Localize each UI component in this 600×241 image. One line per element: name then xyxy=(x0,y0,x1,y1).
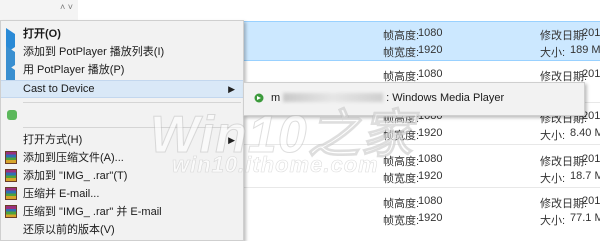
frame-width-label: 帧宽度: xyxy=(383,215,420,227)
frame-height-value: 1080 xyxy=(418,195,443,207)
menu-item-open[interactable]: 打开(O) xyxy=(1,25,243,53)
menu-item-add-to-potplayer-playlist[interactable]: 添加到 PotPlayer 播放列表(I) xyxy=(1,43,243,71)
size-label: 大小: xyxy=(540,173,566,185)
column-header-strip: ˄ ˅ xyxy=(0,0,78,20)
size-value: 8.40 MB xyxy=(570,127,600,139)
frame-width-label: 帧宽度: xyxy=(383,47,420,59)
sort-chevron-icon[interactable]: ˄ ˅ xyxy=(60,2,73,12)
winrar-icon xyxy=(5,151,17,164)
menu-item-label: 还原以前的版本(V) xyxy=(23,224,115,236)
menu-item-label: 打开(O) xyxy=(23,28,61,40)
menu-item-compress-and-email[interactable]: 压缩并 E-mail... xyxy=(1,185,243,203)
menu-item-play-with-potplayer[interactable]: 用 PotPlayer 播放(P) xyxy=(1,61,243,89)
menu-item-label: 压缩并 E-mail... xyxy=(23,188,100,200)
menu-item-label: 用 PotPlayer 播放(P) xyxy=(23,64,125,76)
menu-item-label: 添加到压缩文件(A)... xyxy=(23,152,124,164)
size-label: 大小: xyxy=(540,215,566,227)
frame-height-label: 帧高度: xyxy=(383,198,420,210)
frame-width-value: 1920 xyxy=(418,212,443,224)
frame-height-label: 帧高度: xyxy=(383,30,420,42)
frame-height-value: 1080 xyxy=(418,68,443,80)
menu-item-restore-previous-versions[interactable]: 还原以前的版本(V) xyxy=(1,221,243,239)
modified-date-value: 2015/2/ xyxy=(582,27,600,39)
frame-width-value: 1920 xyxy=(418,44,443,56)
frame-width-label: 帧宽度: xyxy=(383,173,420,185)
modified-date-label: 修改日期: xyxy=(540,156,588,168)
modified-date-label: 修改日期: xyxy=(540,30,588,42)
menu-item-label: 添加到 "IMG_ .rar"(T) xyxy=(23,170,128,182)
frame-width-value: 1920 xyxy=(418,170,443,182)
modified-date-value: 2015/1/ xyxy=(582,195,600,207)
size-value: 189 MB xyxy=(570,44,600,56)
size-value: 77.1 MB xyxy=(570,212,600,224)
menu-item-label: 压缩到 "IMG_ .rar" 并 E-mail xyxy=(23,206,162,218)
modified-date-value: 2015/2/ xyxy=(582,68,600,80)
frame-height-value: 1080 xyxy=(418,27,443,39)
winrar-icon xyxy=(5,187,17,200)
menu-item-label: 添加到 PotPlayer 播放列表(I) xyxy=(23,46,165,58)
size-label: 大小: xyxy=(540,130,566,142)
modified-date-value: 2015/1/ xyxy=(582,153,600,165)
size-value: 18.7 MB xyxy=(570,170,600,182)
winrar-icon xyxy=(5,169,17,182)
menu-item-label: Cast to Device xyxy=(23,83,95,95)
frame-height-value: 1080 xyxy=(418,153,443,165)
frame-width-value: 1920 xyxy=(418,127,443,139)
menu-item-label: 打开方式(H) xyxy=(23,134,83,146)
winrar-icon xyxy=(5,205,17,218)
modified-date-label: 修改日期: xyxy=(540,198,588,210)
size-label: 大小: xyxy=(540,47,566,59)
menu-item-compress-to-rar-and-email[interactable]: 压缩到 "IMG_ .rar" 并 E-mail xyxy=(1,203,243,221)
security-icon xyxy=(7,110,17,120)
watermark-sub: win10.ithome.com xyxy=(172,152,379,178)
